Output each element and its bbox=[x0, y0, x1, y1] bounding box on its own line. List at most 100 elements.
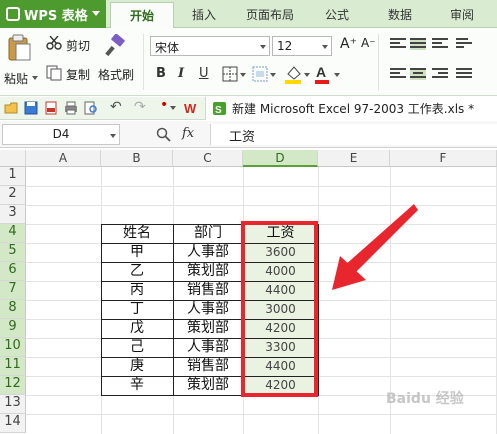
row-header-9[interactable]: 9 bbox=[0, 319, 26, 338]
name-box[interactable]: D4 bbox=[2, 124, 120, 145]
wps-app-menu-button[interactable]: WPS 表格 bbox=[0, 0, 106, 28]
row-header-10[interactable]: 10 bbox=[0, 338, 26, 357]
tab-page-layout[interactable]: 页面布局 bbox=[246, 6, 294, 23]
cut-button[interactable]: 剪切 bbox=[66, 37, 90, 54]
copy-icon[interactable] bbox=[46, 65, 62, 81]
print-icon[interactable] bbox=[64, 101, 78, 115]
align-middle-icon[interactable] bbox=[410, 38, 426, 50]
tab-home[interactable]: 开始 bbox=[110, 2, 174, 29]
chevron-down-icon[interactable] bbox=[32, 76, 38, 80]
format-painter-icon[interactable] bbox=[104, 34, 126, 58]
baidu-watermark: Baidu 经验 bbox=[386, 391, 464, 407]
tab-insert[interactable]: 插入 bbox=[192, 6, 216, 23]
align-top-icon[interactable] bbox=[390, 38, 406, 50]
font-shrink-icon[interactable]: A⁻ bbox=[361, 36, 376, 50]
row-header-14[interactable]: 14 bbox=[0, 414, 26, 433]
open-folder-icon[interactable] bbox=[4, 101, 18, 115]
table-header-name[interactable]: 姓名 bbox=[101, 224, 173, 243]
table-cell[interactable]: 丁 bbox=[101, 300, 173, 319]
table-cell[interactable]: 策划部 bbox=[173, 376, 243, 395]
font-name-select[interactable]: 宋体 bbox=[150, 36, 270, 56]
document-title: 新建 Microsoft Excel 97-2003 工作表.xls * bbox=[232, 102, 475, 116]
row-header-5[interactable]: 5 bbox=[0, 243, 26, 262]
table-cell[interactable]: 策划部 bbox=[173, 262, 243, 281]
tab-review[interactable]: 审阅 bbox=[450, 6, 474, 23]
table-cell[interactable]: 人事部 bbox=[173, 338, 243, 357]
table-cell[interactable]: 销售部 bbox=[173, 357, 243, 376]
table-cell[interactable]: 销售部 bbox=[173, 281, 243, 300]
table-cell[interactable]: 策划部 bbox=[173, 319, 243, 338]
align-center-icon[interactable] bbox=[410, 68, 426, 80]
italic-button[interactable]: I bbox=[178, 66, 184, 81]
chevron-down-icon[interactable] bbox=[260, 45, 266, 49]
select-all-corner[interactable] bbox=[0, 150, 26, 167]
scissors-icon[interactable] bbox=[46, 36, 62, 50]
column-header-b[interactable]: B bbox=[101, 150, 173, 167]
row-header-12[interactable]: 12 bbox=[0, 376, 26, 395]
chevron-down-icon[interactable] bbox=[270, 73, 276, 77]
document-tab[interactable]: S 新建 Microsoft Excel 97-2003 工作表.xls * bbox=[205, 97, 497, 120]
align-right-icon[interactable] bbox=[432, 68, 448, 80]
borders-icon[interactable] bbox=[222, 66, 238, 82]
chevron-down-icon[interactable] bbox=[334, 73, 340, 77]
formula-input[interactable]: 工资 bbox=[210, 124, 497, 145]
bold-button[interactable]: B bbox=[156, 66, 166, 81]
align-bottom-icon[interactable] bbox=[432, 38, 448, 50]
align-left-icon[interactable] bbox=[390, 68, 406, 80]
paste-icon[interactable] bbox=[6, 34, 32, 62]
column-header-a[interactable]: A bbox=[26, 150, 101, 167]
row-header-7[interactable]: 7 bbox=[0, 281, 26, 300]
column-header-d[interactable]: D bbox=[243, 150, 318, 167]
table-cell[interactable]: 庚 bbox=[101, 357, 173, 376]
chevron-down-icon[interactable] bbox=[304, 73, 310, 77]
table-cell[interactable]: 人事部 bbox=[173, 243, 243, 262]
spreadsheet-file-icon: S bbox=[213, 102, 226, 116]
wps-w-logo-icon[interactable]: W bbox=[184, 101, 200, 115]
redo-icon[interactable]: ↷ bbox=[134, 99, 146, 115]
print-preview-icon[interactable] bbox=[84, 101, 98, 115]
table-cell[interactable]: 乙 bbox=[101, 262, 173, 281]
tab-formulas[interactable]: 公式 bbox=[325, 6, 349, 23]
copy-button[interactable]: 复制 bbox=[66, 66, 90, 83]
tab-data[interactable]: 数据 bbox=[388, 6, 412, 23]
chevron-down-icon[interactable] bbox=[322, 45, 328, 49]
function-fx-button[interactable]: fx bbox=[182, 126, 194, 141]
chevron-down-icon[interactable] bbox=[110, 134, 116, 138]
row-header-8[interactable]: 8 bbox=[0, 300, 26, 319]
justify-icon[interactable] bbox=[456, 68, 472, 80]
row-header-1[interactable]: 1 bbox=[0, 167, 26, 186]
undo-icon[interactable]: ↶ bbox=[110, 99, 122, 115]
chevron-down-icon[interactable] bbox=[240, 73, 246, 77]
customize-toolbar-icon[interactable]: • bbox=[160, 97, 168, 113]
table-header-department[interactable]: 部门 bbox=[173, 224, 243, 243]
table-cell[interactable]: 戊 bbox=[101, 319, 173, 338]
table-cell[interactable]: 丙 bbox=[101, 281, 173, 300]
table-cell[interactable]: 人事部 bbox=[173, 300, 243, 319]
table-cell[interactable]: 辛 bbox=[101, 376, 173, 395]
wrap-text-icon[interactable] bbox=[456, 38, 472, 50]
row-header-11[interactable]: 11 bbox=[0, 357, 26, 376]
fill-color-icon[interactable] bbox=[284, 64, 302, 84]
underline-button[interactable]: U bbox=[199, 66, 209, 81]
format-painter-button[interactable]: 格式刷 bbox=[98, 66, 134, 83]
save-icon[interactable] bbox=[24, 101, 38, 115]
font-color-icon[interactable]: A bbox=[314, 64, 330, 84]
red-highlight-box bbox=[241, 221, 318, 397]
row-header-2[interactable]: 2 bbox=[0, 186, 26, 205]
paste-button[interactable]: 粘贴 bbox=[4, 70, 28, 87]
row-header-3[interactable]: 3 bbox=[0, 205, 26, 224]
export-pdf-icon[interactable] bbox=[44, 101, 58, 115]
zoom-search-icon[interactable] bbox=[156, 127, 172, 143]
column-header-e[interactable]: E bbox=[318, 150, 390, 167]
row-header-4[interactable]: 4 bbox=[0, 224, 26, 243]
font-grow-icon[interactable]: A⁺ bbox=[340, 36, 357, 52]
table-cell[interactable]: 甲 bbox=[101, 243, 173, 262]
column-header-c[interactable]: C bbox=[173, 150, 243, 167]
menu-tab-bar: WPS 表格 开始 插入 页面布局 公式 数据 审阅 bbox=[0, 0, 497, 29]
column-header-f[interactable]: F bbox=[390, 150, 497, 167]
table-cell[interactable]: 己 bbox=[101, 338, 173, 357]
row-header-6[interactable]: 6 bbox=[0, 262, 26, 281]
merge-cells-icon[interactable] bbox=[252, 66, 268, 82]
row-header-13[interactable]: 13 bbox=[0, 395, 26, 414]
chevron-down-icon[interactable] bbox=[170, 106, 176, 110]
